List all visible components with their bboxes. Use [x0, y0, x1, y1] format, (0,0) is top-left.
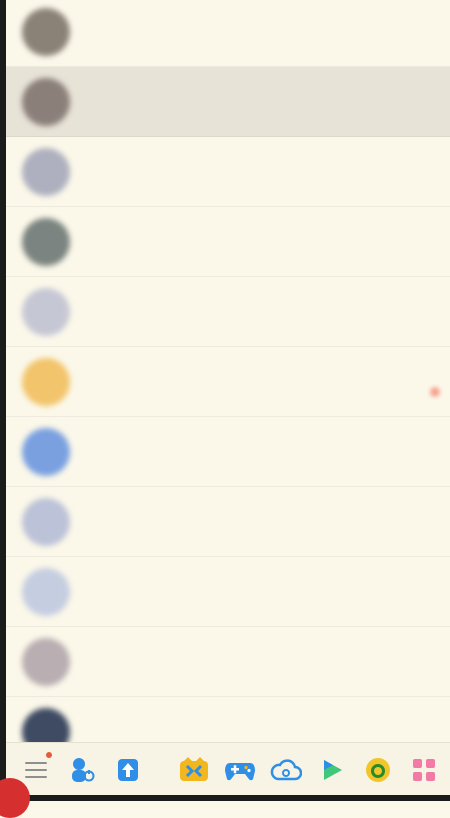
conversation-text — [84, 729, 450, 735]
conversation-text — [84, 659, 450, 665]
conversation-list[interactable] — [6, 0, 450, 767]
conversation-row[interactable] — [6, 557, 450, 627]
conversation-row[interactable] — [6, 207, 450, 277]
bottom-window-edge — [0, 795, 450, 801]
conversation-row[interactable] — [6, 137, 450, 207]
avatar[interactable] — [22, 357, 70, 406]
conversation-row[interactable] — [6, 277, 450, 347]
conversation-row[interactable] — [6, 627, 450, 697]
conversation-text — [84, 29, 450, 35]
conversation-text — [84, 169, 450, 175]
video-play-icon — [324, 759, 342, 780]
games-hub-button[interactable] — [174, 750, 214, 790]
conversation-text — [84, 449, 450, 455]
avatar[interactable] — [22, 147, 70, 196]
app-grid-button[interactable] — [404, 750, 444, 790]
conversation-row[interactable] — [6, 67, 450, 137]
app-grid-icon — [413, 758, 435, 781]
unread-badge — [430, 387, 440, 397]
cloud-icon — [270, 758, 302, 780]
conversation-row[interactable] — [6, 417, 450, 487]
video-button[interactable] — [312, 750, 352, 790]
contacts-icon — [72, 757, 95, 782]
cloud-button[interactable] — [266, 750, 306, 790]
avatar[interactable] — [22, 287, 70, 336]
avatar[interactable] — [22, 567, 70, 616]
avatar[interactable] — [22, 7, 70, 56]
file-transfer-button[interactable] — [108, 750, 148, 790]
conversation-text — [84, 309, 450, 315]
mascot-button[interactable] — [358, 750, 398, 790]
avatar[interactable] — [22, 637, 70, 686]
games-hub-icon — [180, 756, 208, 781]
conversation-text — [84, 519, 450, 525]
conversation-row[interactable] — [6, 0, 450, 67]
menu-icon — [25, 761, 47, 778]
avatar[interactable] — [22, 427, 70, 476]
avatar[interactable] — [22, 77, 70, 126]
notification-dot — [46, 751, 52, 758]
conversation-text — [84, 589, 450, 595]
bottom-toolbar — [6, 742, 450, 796]
gamepad-button[interactable] — [220, 750, 260, 790]
file-transfer-icon — [118, 758, 138, 781]
conversation-row[interactable] — [6, 347, 450, 417]
conversation-text — [84, 379, 450, 385]
conversation-text — [84, 99, 450, 105]
gamepad-icon — [225, 762, 255, 780]
mascot-icon — [366, 757, 390, 782]
conversation-row[interactable] — [6, 487, 450, 557]
conversation-text — [84, 239, 450, 245]
contacts-button[interactable] — [62, 750, 102, 790]
avatar[interactable] — [22, 497, 70, 546]
avatar[interactable] — [22, 217, 70, 266]
